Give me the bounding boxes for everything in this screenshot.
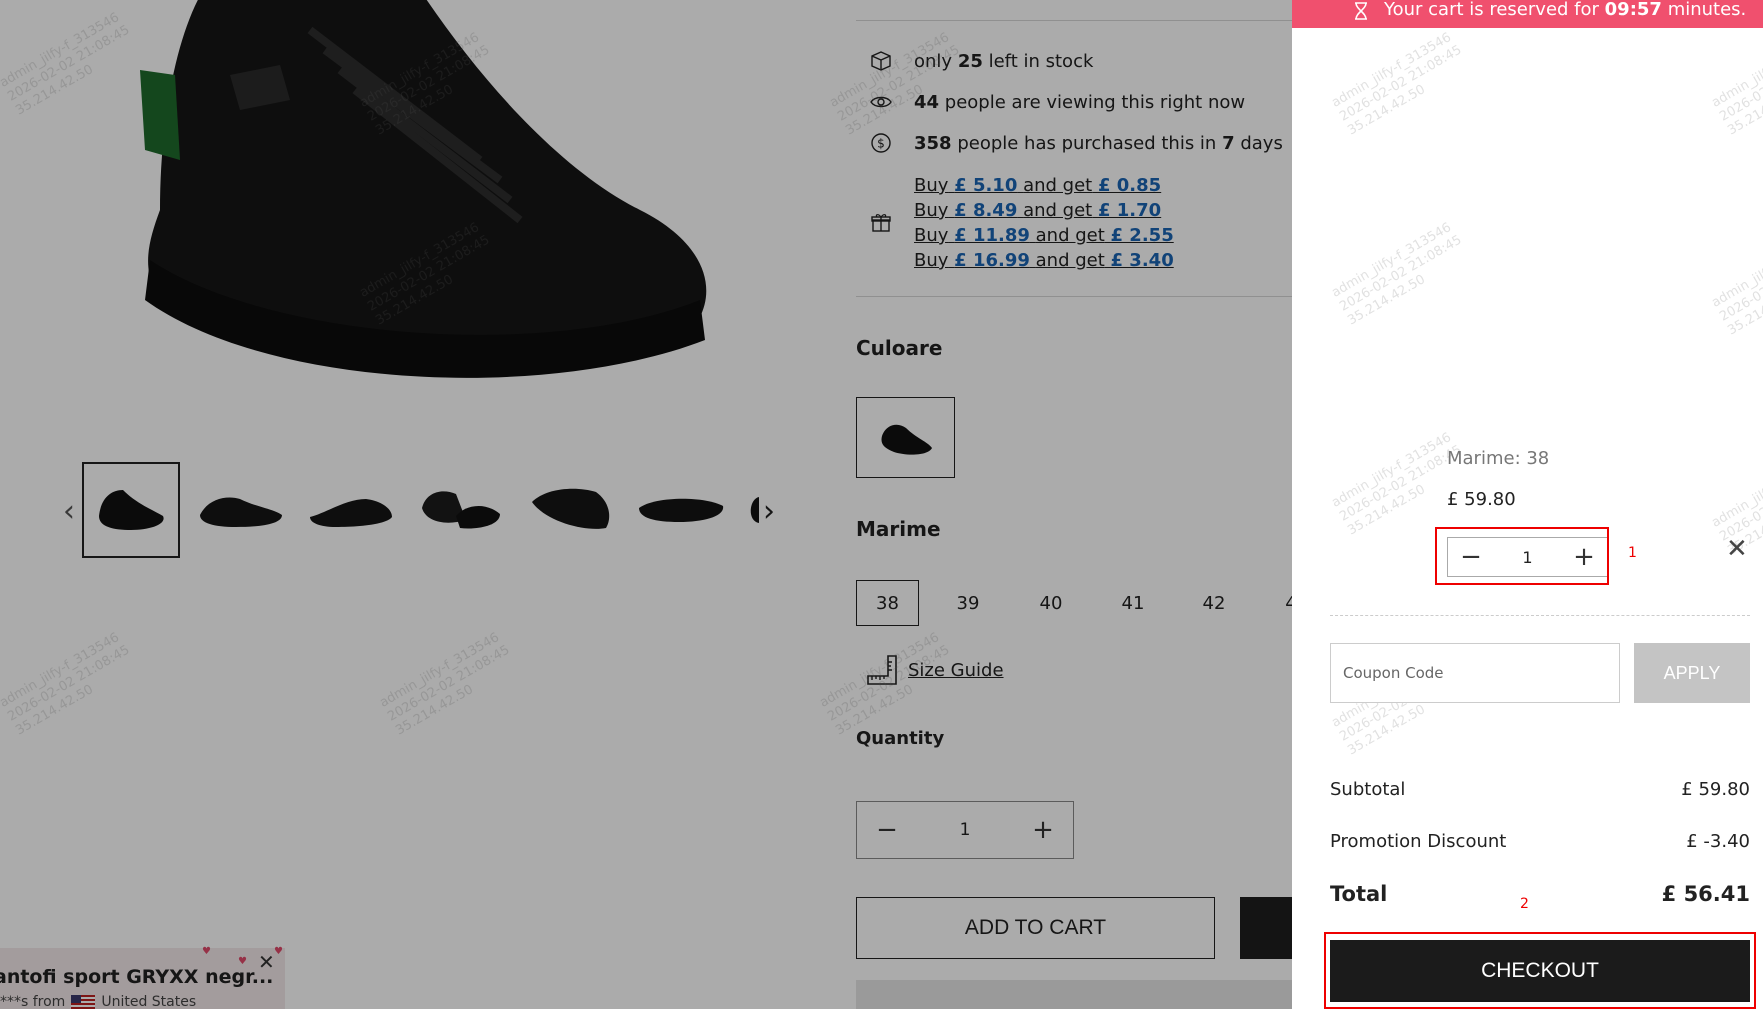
- watermark: admin_jilfy-f_313546 2026-02-02 21:08:45…: [1709, 230, 1763, 339]
- discount-label: Promotion Discount: [1330, 831, 1507, 852]
- highlight-label: 2: [1520, 896, 1529, 912]
- checkout-button[interactable]: CHECKOUT: [1330, 940, 1750, 1002]
- reserve-suffix: minutes.: [1667, 0, 1747, 20]
- reserve-time: 09:57: [1604, 0, 1662, 20]
- hourglass-icon: [1352, 2, 1370, 20]
- total-value: £ 56.41: [1661, 882, 1750, 906]
- apply-coupon-button[interactable]: APPLY: [1634, 643, 1750, 703]
- discount-row: Promotion Discount £ -3.40: [1330, 831, 1750, 852]
- reserve-prefix: Your cart is reserved for: [1384, 0, 1599, 20]
- subtotal-label: Subtotal: [1330, 779, 1406, 800]
- watermark: admin_jilfy-f_313546 2026-02-02 21:08:45…: [1329, 30, 1465, 139]
- highlight-box: [1435, 527, 1609, 585]
- close-icon[interactable]: ✕: [1726, 534, 1748, 564]
- subtotal-value: £ 59.80: [1681, 779, 1750, 800]
- modal-backdrop[interactable]: [0, 0, 1292, 1009]
- divider: [1330, 615, 1750, 616]
- cart-drawer: Your cart is reserved for 09:57 minutes.…: [1292, 0, 1763, 1009]
- total-label: Total: [1330, 882, 1388, 906]
- cart-reservation-banner: Your cart is reserved for 09:57 minutes.: [1292, 0, 1763, 28]
- cart-item-price: £ 59.80: [1447, 489, 1516, 510]
- watermark: admin_jilfy-f_313546 2026-02-02 21:08:45…: [1329, 430, 1465, 539]
- total-row: Total £ 56.41: [1330, 882, 1750, 906]
- subtotal-row: Subtotal £ 59.80: [1330, 779, 1750, 800]
- highlight-label: 1: [1628, 545, 1637, 561]
- coupon-code-input[interactable]: [1330, 643, 1620, 703]
- watermark: admin_jilfy-f_313546 2026-02-02 21:08:45…: [1709, 30, 1763, 139]
- cart-item-variant: Marime: 38: [1447, 448, 1550, 469]
- discount-value: £ -3.40: [1686, 831, 1750, 852]
- watermark: admin_jilfy-f_313546 2026-02-02 21:08:45…: [1329, 220, 1465, 329]
